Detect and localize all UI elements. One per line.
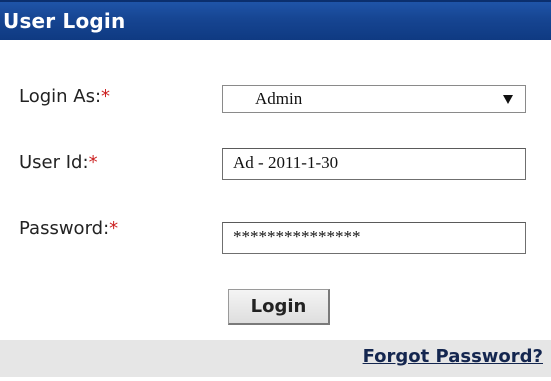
required-mark: * [101,86,111,107]
panel-title: User Login [3,9,126,33]
chevron-down-icon[interactable] [503,95,513,104]
panel-footer: Forgot Password? [0,340,551,377]
required-mark: * [88,152,98,173]
user-id-label-text: User Id: [19,152,89,173]
password-label-text: Password: [19,218,110,239]
forgot-password-link[interactable]: Forgot Password? [363,345,543,369]
password-label: Password:* [19,218,118,240]
user-login-panel: User Login Login As:* Admin User Id:* Ad… [0,0,551,381]
user-id-label: User Id:* [19,152,98,174]
login-as-label: Login As:* [19,86,110,108]
password-input[interactable]: *************** [222,222,526,254]
required-mark: * [109,218,119,239]
bottom-divider [0,377,551,381]
login-as-select[interactable]: Admin [222,85,526,113]
user-id-input[interactable]: Ad - 2011-1-30 [222,148,526,180]
login-button[interactable]: Login [228,289,330,325]
panel-header: User Login [0,0,551,40]
login-as-selected-value: Admin [255,89,303,108]
login-as-label-text: Login As: [19,86,102,107]
